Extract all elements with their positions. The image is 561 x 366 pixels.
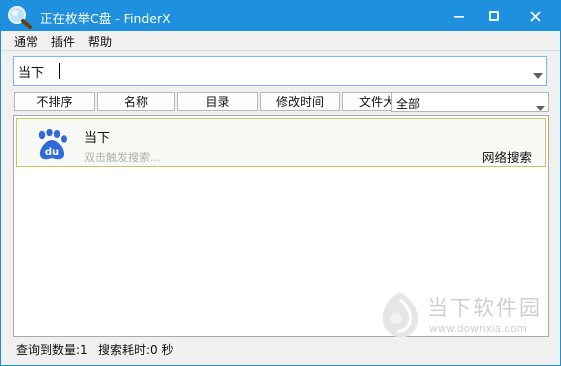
menu-item-help[interactable]: 帮助 (88, 33, 112, 50)
search-time-status: 搜索耗时:0 秒 (98, 343, 174, 357)
sort-none-header[interactable]: 不排序 (14, 92, 95, 111)
menu-item-general[interactable]: 通常 (14, 33, 38, 50)
finderx-window: 正在枚举C盘 - FinderX 通常 插件 帮助 不排序 名称 目录 修改时间… (0, 0, 561, 366)
title-bar[interactable]: 正在枚举C盘 - FinderX (1, 1, 560, 31)
maximize-button[interactable] (476, 1, 512, 31)
search-combobox[interactable] (13, 56, 547, 86)
menu-bar: 通常 插件 帮助 (1, 31, 560, 51)
close-button[interactable] (513, 1, 557, 31)
directory-column-header[interactable]: 目录 (177, 92, 258, 111)
name-column-header[interactable]: 名称 (97, 92, 175, 111)
baidu-paw-icon: du (35, 128, 69, 161)
menu-item-plugins[interactable]: 插件 (51, 33, 75, 50)
downxia-logo-icon (377, 290, 423, 340)
status-bar: 查询到数量:1 搜索耗时:0 秒 (1, 339, 560, 365)
window-title: 正在枚举C盘 - FinderX (40, 11, 171, 26)
file-type-filter-select[interactable]: 全部 (391, 92, 549, 112)
chevron-down-icon[interactable] (533, 68, 543, 82)
filter-selected-value: 全部 (396, 97, 421, 111)
watermark-url: www.downxia.com (429, 323, 527, 335)
svg-text:du: du (45, 147, 59, 158)
search-input[interactable] (18, 62, 518, 80)
web-search-label: 网络搜索 (481, 150, 532, 165)
result-count-status: 查询到数量:1 (16, 343, 88, 357)
menu-divider (1, 50, 560, 51)
file-size-column-header[interactable]: 文件大 (342, 92, 392, 111)
result-hint: 双击触发搜索... (84, 151, 161, 164)
chevron-down-icon[interactable] (536, 100, 545, 114)
result-title: 当下 (84, 131, 111, 146)
magnifier-app-icon (7, 5, 33, 29)
list-item[interactable]: du 当下 双击触发搜索... 网络搜索 (16, 118, 546, 167)
modified-time-column-header[interactable]: 修改时间 (260, 92, 340, 111)
watermark-brand: 当下软件园 (427, 296, 542, 320)
text-caret (59, 63, 60, 79)
watermark: 当下软件园 www.downxia.com (371, 284, 557, 346)
minimize-button[interactable] (441, 1, 477, 31)
